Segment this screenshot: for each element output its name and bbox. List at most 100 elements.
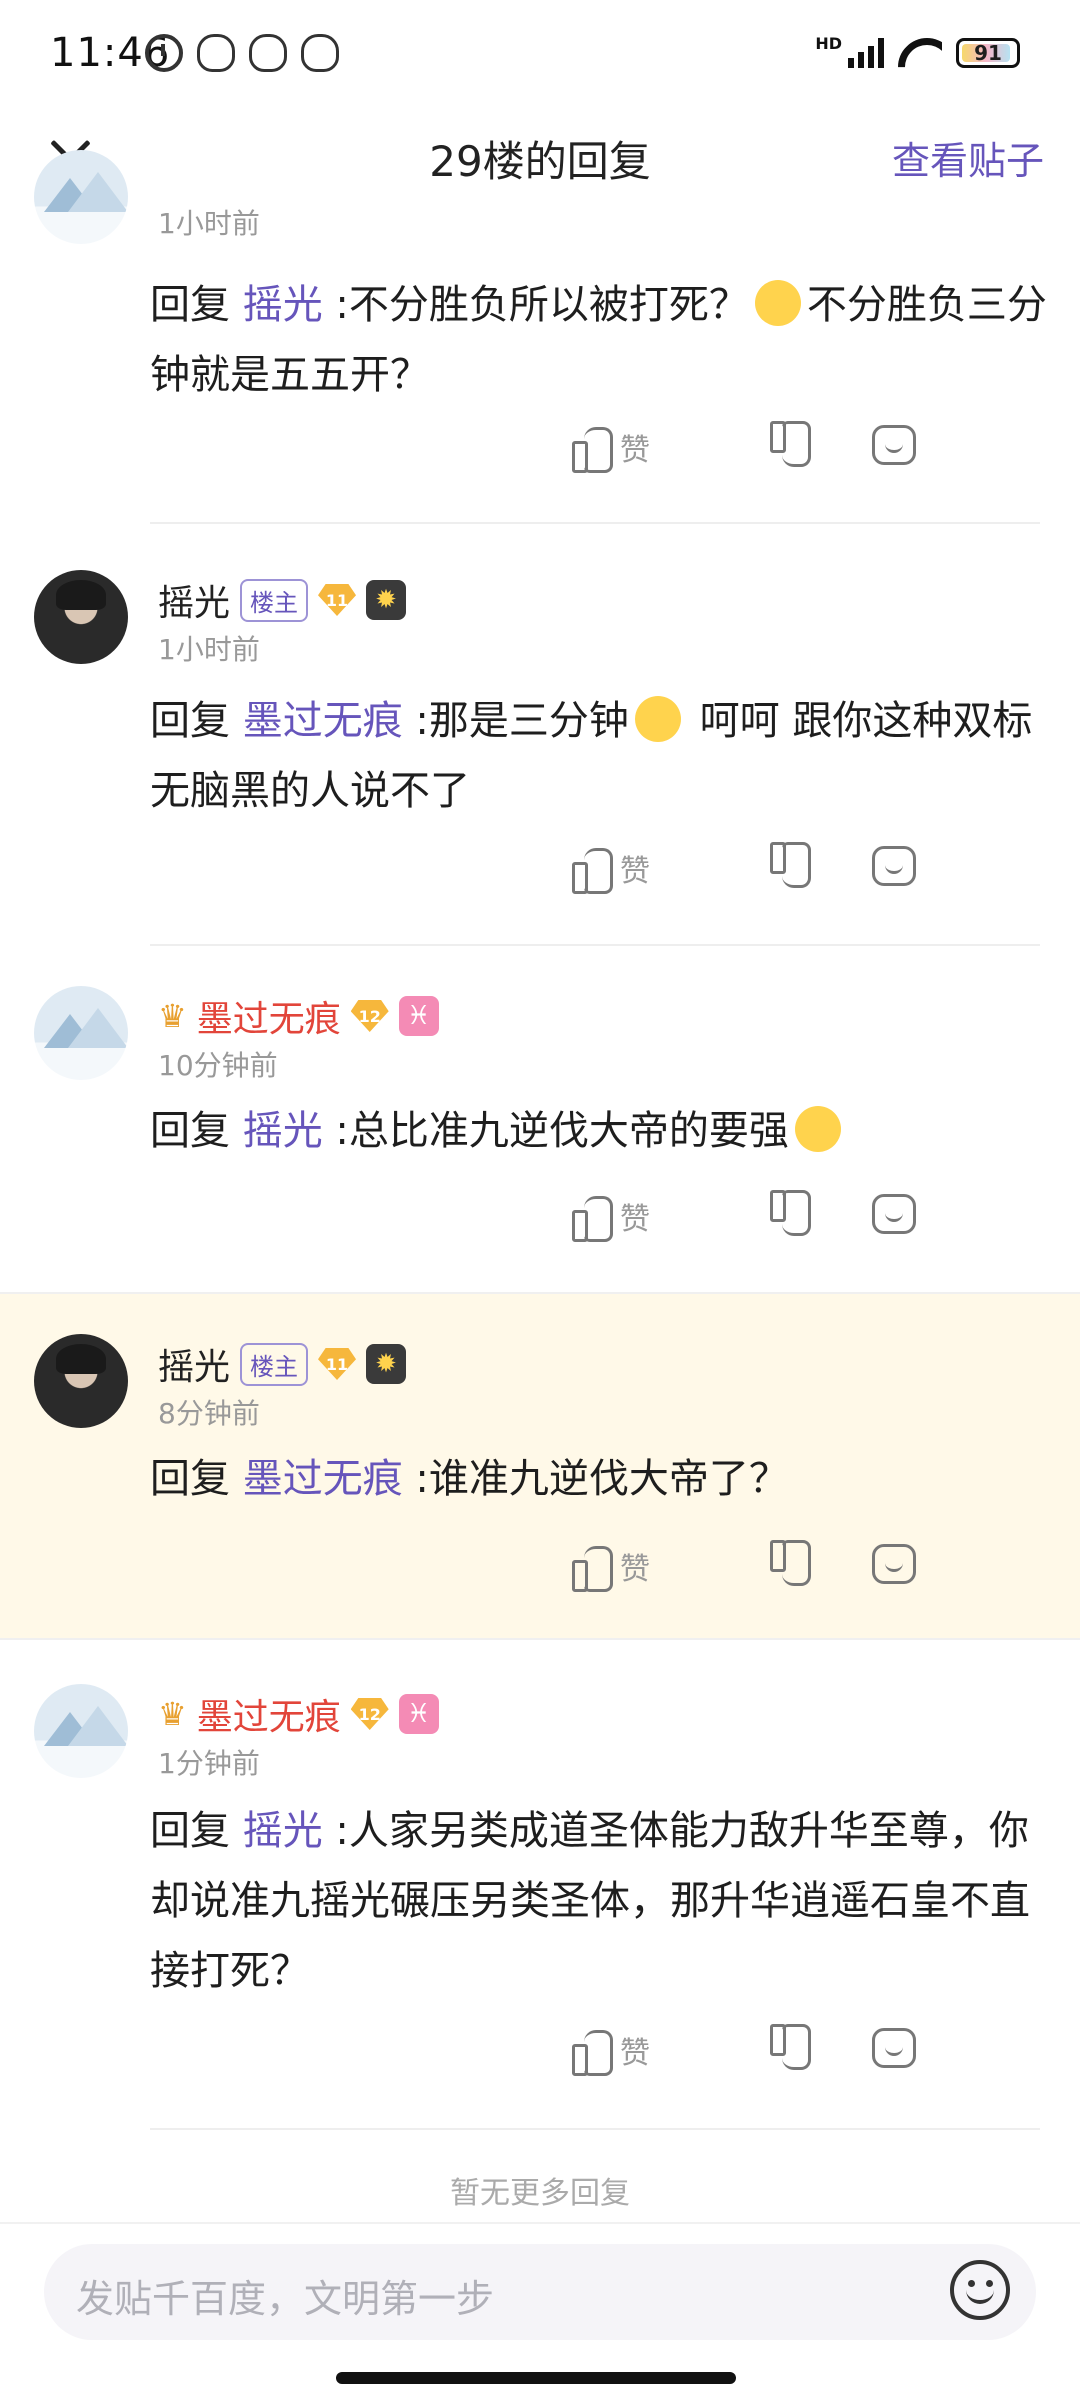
reply-item: ♛ 墨过无痕 12 ♓ 10分钟前 回复 摇光 :总比准九逆伐大帝的要强 赞 <box>0 946 1080 1292</box>
no-more-replies: 暂无更多回复 <box>450 2176 630 2211</box>
reply-text: :谁准九逆伐大帝了？ <box>402 1456 789 1502</box>
comment-icon[interactable] <box>872 2028 916 2068</box>
comment-icon[interactable] <box>872 425 916 465</box>
status-system-icons: HD 91 <box>815 33 1020 70</box>
reply-prefix: 回复 <box>150 1456 230 1502</box>
mention-link[interactable]: 墨过无痕 <box>243 698 403 744</box>
reply-actions: 赞 <box>480 425 1080 485</box>
reply-content: 回复 摇光 :总比准九逆伐大帝的要强 <box>150 1096 1050 1166</box>
avatar[interactable] <box>34 150 128 244</box>
reply-time: 1小时前 <box>158 207 260 240</box>
like-label: 赞 <box>620 1552 650 1587</box>
like-label: 赞 <box>620 433 650 468</box>
sticker-icon <box>249 34 287 72</box>
reply-time: 1分钟前 <box>158 1747 260 1780</box>
pisces-icon: ♓ <box>398 996 439 1036</box>
like-label: 赞 <box>620 1202 650 1237</box>
thumbs-down-icon[interactable] <box>770 2028 810 2072</box>
user-row: 摇光 楼主 11 ✹ <box>158 1338 407 1390</box>
reply-list: 1小时前 回复 摇光 :不分胜负所以被打死？ 不分胜负三分钟就是五五开？ 赞 摇光… <box>0 150 1080 2130</box>
reply-actions: 赞 <box>480 1544 1080 1604</box>
reply-content: 回复 摇光 :人家另类成道圣体能力敌升华至尊，你却说准九摇光碾压另类圣体，那升华… <box>150 1796 1050 2006</box>
avatar[interactable] <box>34 1684 128 1778</box>
wifi-icon <box>898 36 942 70</box>
home-indicator[interactable] <box>336 2372 736 2384</box>
reply-text: :总比准九逆伐大帝的要强 <box>322 1108 789 1154</box>
star-badge-icon: ✹ <box>366 580 407 620</box>
emoji-icon <box>634 696 681 742</box>
reply-text: :那是三分钟 <box>402 698 629 744</box>
thumbs-down-icon[interactable] <box>770 425 810 469</box>
thumbs-down-icon[interactable] <box>770 846 810 890</box>
emoji-icon <box>754 280 801 326</box>
sticker-icon <box>197 34 235 72</box>
reply-item: 1小时前 回复 摇光 :不分胜负所以被打死？ 不分胜负三分钟就是五五开？ 赞 <box>0 150 1080 530</box>
mention-link[interactable]: 摇光 <box>243 1108 323 1154</box>
avatar[interactable] <box>34 570 128 664</box>
like-button[interactable]: 赞 <box>572 1194 650 1242</box>
comment-icon[interactable] <box>872 1194 916 1234</box>
op-badge: 楼主 <box>240 578 309 622</box>
level-badge: 11 <box>318 1348 357 1380</box>
reply-item: 摇光 楼主 11 ✹ 1小时前 回复 墨过无痕 :那是三分钟 呵呵 跟你这种双标… <box>0 530 1080 946</box>
mention-link[interactable]: 摇光 <box>243 1808 323 1854</box>
mention-link[interactable]: 摇光 <box>243 282 323 328</box>
username[interactable]: 墨过无痕 <box>197 1688 341 1740</box>
reply-item: ♛ 墨过无痕 12 ♓ 1分钟前 回复 摇光 :人家另类成道圣体能力敌升华至尊，… <box>0 1638 1080 2130</box>
thumbs-up-icon <box>572 1544 613 1592</box>
reply-prefix: 回复 <box>150 1808 230 1854</box>
battery-icon: 91 <box>956 38 1020 68</box>
sticker-icon <box>301 34 339 72</box>
reply-content: 回复 摇光 :不分胜负所以被打死？ 不分胜负三分钟就是五五开？ <box>150 270 1050 410</box>
reply-input[interactable]: 发贴千百度，文明第一步 <box>44 2244 1036 2340</box>
user-row: ♛ 墨过无痕 12 ♓ <box>158 990 439 1042</box>
username[interactable]: 摇光 <box>158 574 230 626</box>
thumbs-up-icon <box>572 2028 613 2076</box>
crown-icon: ♛ <box>158 1695 187 1733</box>
like-button[interactable]: 赞 <box>572 1544 650 1592</box>
divider <box>150 2128 1040 2130</box>
status-bar: 11:46 HD 91 <box>0 0 1080 110</box>
comment-icon[interactable] <box>872 846 916 886</box>
mention-link[interactable]: 墨过无痕 <box>243 1456 403 1502</box>
thumbs-down-icon[interactable] <box>770 1544 810 1588</box>
emoji-icon <box>794 1106 841 1152</box>
pisces-icon: ♓ <box>398 1694 439 1734</box>
reply-actions: 赞 <box>480 2028 1080 2088</box>
reply-time: 10分钟前 <box>158 1049 278 1082</box>
level-badge: 12 <box>350 1698 389 1730</box>
like-label: 赞 <box>620 854 650 889</box>
username[interactable]: 墨过无痕 <box>197 990 341 1042</box>
input-placeholder: 发贴千百度，文明第一步 <box>76 2277 495 2321</box>
avatar[interactable] <box>34 1334 128 1428</box>
reply-actions: 赞 <box>480 846 1080 906</box>
crown-icon: ♛ <box>158 997 187 1035</box>
reply-text: :不分胜负所以被打死？ <box>322 282 749 328</box>
reply-prefix: 回复 <box>150 1108 230 1154</box>
reply-content: 回复 墨过无痕 :谁准九逆伐大帝了？ <box>150 1444 1050 1514</box>
username[interactable]: 摇光 <box>158 1338 230 1390</box>
thumbs-down-icon[interactable] <box>770 1194 810 1238</box>
network-type: HD <box>815 33 842 53</box>
like-button[interactable]: 赞 <box>572 2028 650 2076</box>
op-badge: 楼主 <box>240 1342 309 1386</box>
thumbs-up-icon <box>572 425 613 473</box>
star-badge-icon: ✹ <box>366 1344 407 1384</box>
comment-icon[interactable] <box>872 1544 916 1584</box>
reply-time: 8分钟前 <box>158 1397 260 1430</box>
like-button[interactable]: 赞 <box>572 846 650 894</box>
signal-icon <box>848 38 884 68</box>
user-row: 摇光 楼主 11 ✹ <box>158 574 407 626</box>
level-badge: 12 <box>350 1000 389 1032</box>
reply-actions: 赞 <box>480 1194 1080 1254</box>
emoji-picker-icon[interactable] <box>950 2260 1010 2320</box>
view-post-button[interactable]: 查看贴子 <box>892 130 1044 185</box>
like-label: 赞 <box>620 2036 650 2071</box>
like-button[interactable]: 赞 <box>572 425 650 473</box>
status-notification-icons <box>145 34 339 72</box>
reply-content: 回复 墨过无痕 :那是三分钟 呵呵 跟你这种双标无脑黑的人说不了 <box>150 686 1050 826</box>
battery-level: 91 <box>974 41 1002 65</box>
reply-prefix: 回复 <box>150 282 230 328</box>
reply-prefix: 回复 <box>150 698 230 744</box>
avatar[interactable] <box>34 986 128 1080</box>
